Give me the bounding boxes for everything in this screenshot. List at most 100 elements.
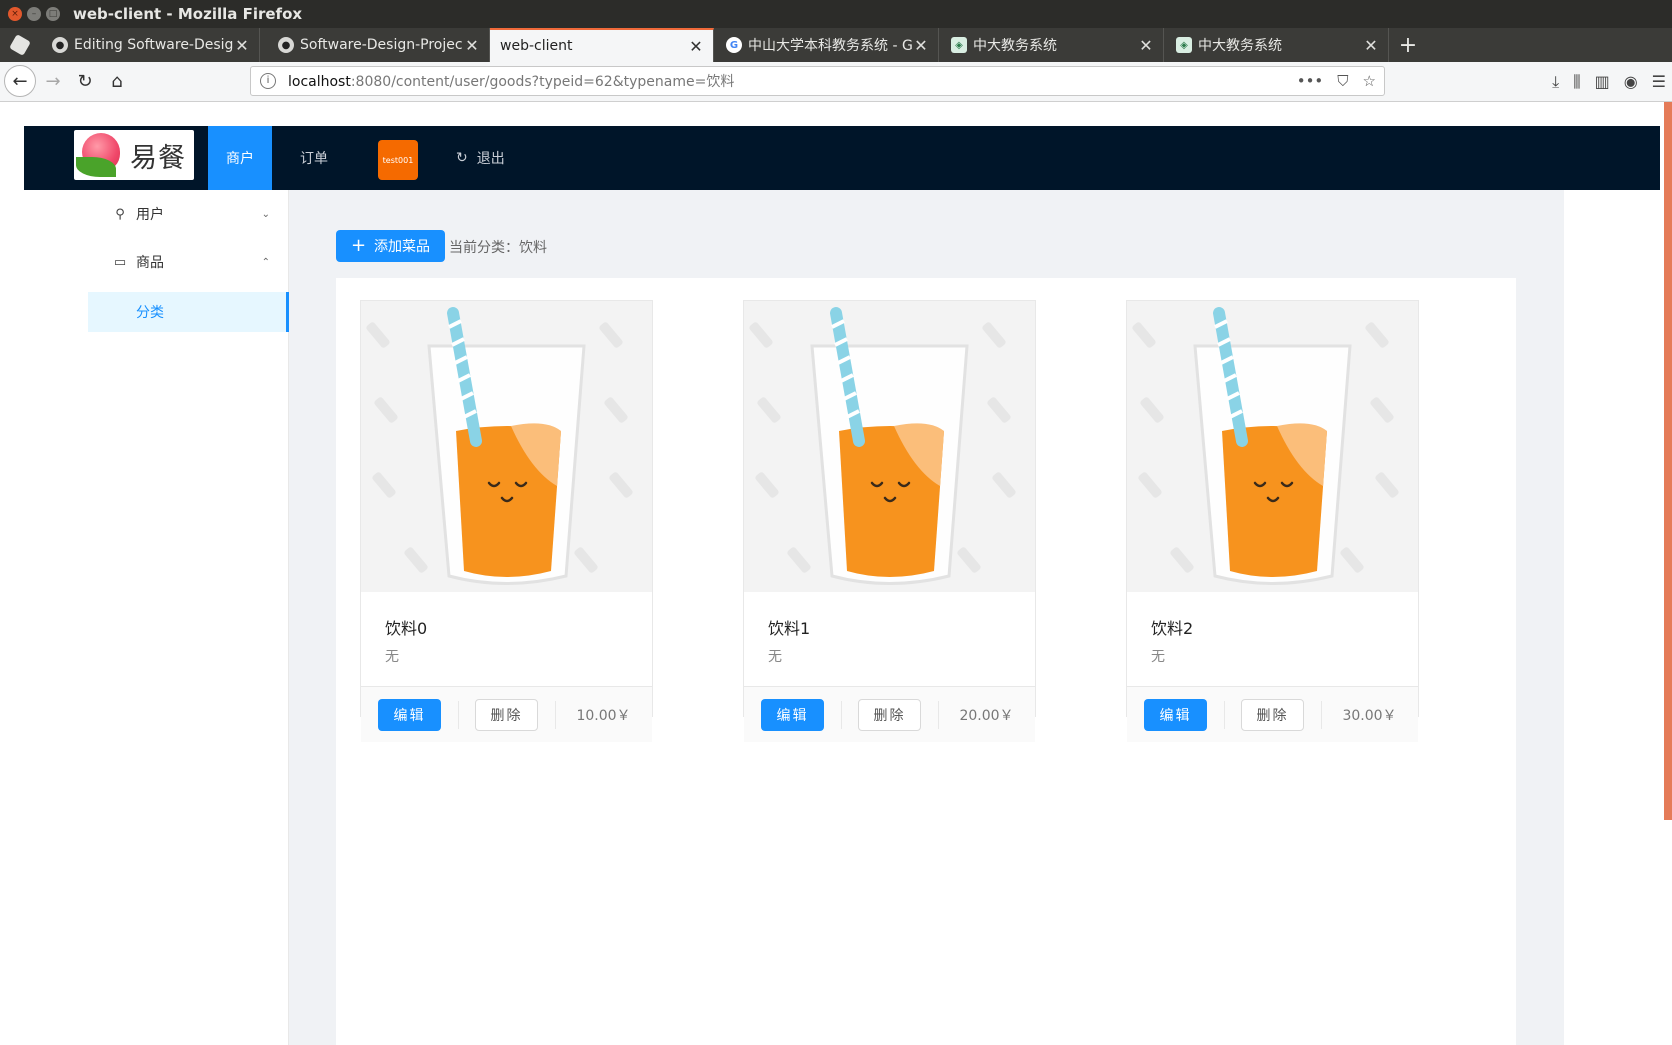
reload-button[interactable]: ↻ (70, 66, 100, 96)
menu-orders[interactable]: 订单 (282, 126, 346, 190)
card-actions: 编辑 删除 10.00￥ (361, 686, 652, 742)
download-icon[interactable]: ⤓ (1552, 72, 1559, 92)
tab-close-icon[interactable]: ✕ (912, 36, 930, 55)
goods-description: 无 (385, 649, 399, 665)
tab-editing-software-design[interactable]: ● Editing Software-Design ✕ (40, 28, 260, 62)
sidebar: ⚲ 用户 ⌄ ▭ 商品 ⌃ 分类 (88, 190, 289, 1045)
user-badge-label: test001 (382, 155, 414, 165)
menu-icon[interactable]: ☰ (1652, 72, 1666, 92)
page-actions-icon[interactable]: ••• (1297, 72, 1324, 90)
edit-action: 编辑 (744, 687, 841, 743)
price-action: 20.00￥ (938, 687, 1035, 743)
chevron-down-icon: ⌄ (261, 208, 270, 220)
tab-close-icon[interactable]: ✕ (1137, 36, 1155, 55)
tab-overview-button[interactable] (0, 28, 40, 62)
edit-button[interactable]: 编辑 (761, 699, 824, 731)
tab-close-icon[interactable]: ✕ (463, 36, 481, 55)
tab-sysu-academic-2[interactable]: ◈ 中大教务系统 ✕ (1164, 28, 1389, 62)
tab-sysu-academic-1[interactable]: ◈ 中大教务系统 ✕ (939, 28, 1164, 62)
pocket-icon[interactable]: ⛉ (1337, 72, 1348, 90)
plus-icon: + (350, 235, 367, 256)
menu-merchant[interactable]: 商户 (208, 126, 272, 190)
add-dish-label: 添加菜品 (374, 239, 431, 255)
window-title: web-client - Mozilla Firefox (73, 5, 303, 23)
sidebar-item-user[interactable]: ⚲ 用户 ⌄ (88, 194, 288, 234)
delete-button[interactable]: 删除 (1241, 699, 1304, 731)
menu-orders-label: 订单 (300, 151, 328, 167)
sidebar-item-category[interactable]: 分类 (88, 292, 289, 332)
address-bar[interactable]: i localhost:8080/content/user/goods?type… (250, 66, 1385, 96)
tab-label: 中大教务系统 (973, 38, 1057, 54)
account-icon[interactable]: ◉ (1624, 72, 1638, 92)
reload-icon: ↻ (77, 70, 93, 92)
tab-close-icon[interactable]: ✕ (233, 36, 251, 55)
edit-button[interactable]: 编辑 (1144, 699, 1207, 731)
tab-strip: ● Editing Software-Design ✕ ● Software-D… (0, 28, 1672, 62)
logout-button[interactable]: ↻ 退出 (456, 126, 505, 190)
window-maximize-button[interactable]: □ (46, 7, 60, 21)
delete-action: 删除 (841, 687, 938, 743)
forward-button[interactable]: → (38, 66, 68, 96)
sidebar-item-label: 分类 (136, 305, 164, 321)
juice-image (361, 301, 652, 592)
delete-button[interactable]: 删除 (858, 699, 921, 731)
tab-sysu-academic-google[interactable]: G 中山大学本科教务系统 - G ✕ (714, 28, 939, 62)
tab-software-design-project[interactable]: ● Software-Design-Projec ✕ (266, 28, 490, 62)
navigation-bar: ← → ↻ ⌂ i localhost:8080/content/user/go… (0, 62, 1672, 102)
sidebar-icon[interactable]: ▥ (1595, 72, 1610, 92)
app-header: 易餐 商户 订单 test001 ↻ 退出 (24, 126, 1660, 190)
goods-name: 饮料1 (768, 619, 811, 638)
logout-icon: ↻ (456, 150, 468, 166)
window-close-button[interactable]: × (8, 7, 22, 21)
url-host: localhost (288, 74, 351, 90)
title-bar: × – □ web-client - Mozilla Firefox (0, 0, 1672, 28)
tab-label: 中山大学本科教务系统 - G (748, 38, 912, 54)
tab-close-icon[interactable]: ✕ (1362, 36, 1380, 55)
toolbar-icons: ⤓ ⫼ ▥ ◉ ☰ (1552, 72, 1666, 92)
add-dish-button[interactable]: + 添加菜品 (336, 230, 445, 262)
juice-image (1127, 301, 1418, 592)
window-minimize-button[interactable]: – (27, 7, 41, 21)
price-action: 10.00￥ (555, 687, 652, 743)
laptop-icon: ▭ (113, 254, 127, 270)
peach-logo-icon (76, 133, 122, 177)
url-text[interactable]: localhost:8080/content/user/goods?typeid… (288, 71, 734, 91)
goods-price: 10.00￥ (576, 708, 631, 724)
arrow-left-icon: ← (12, 70, 28, 92)
library-icon[interactable]: ⫼ (1573, 72, 1580, 92)
sidebar-item-goods[interactable]: ▭ 商品 ⌃ (88, 242, 288, 282)
delete-action: 删除 (1224, 687, 1321, 743)
back-button[interactable]: ← (4, 65, 36, 97)
user-icon: ⚲ (115, 206, 125, 222)
app-logo[interactable]: 易餐 (74, 130, 194, 180)
goods-card: 饮料2 无 编辑 删除 30.00￥ (1126, 300, 1419, 742)
goods-name: 饮料2 (1151, 619, 1194, 638)
tab-label: 中大教务系统 (1198, 38, 1282, 54)
card-actions: 编辑 删除 30.00￥ (1127, 686, 1418, 742)
current-category: 当前分类： 饮料 (449, 237, 547, 257)
goods-price: 30.00￥ (1342, 708, 1397, 724)
edit-button[interactable]: 编辑 (378, 699, 441, 731)
page-scrollbar[interactable] (1664, 102, 1672, 820)
delete-action: 删除 (458, 687, 555, 743)
url-path: :8080/content/user/goods?typeid=62&typen… (350, 74, 735, 90)
goods-price: 20.00￥ (959, 708, 1014, 724)
edit-action: 编辑 (1127, 687, 1224, 743)
user-avatar-badge[interactable]: test001 (378, 140, 418, 180)
sysu-icon: ◈ (1176, 37, 1192, 53)
menu-merchant-label: 商户 (226, 151, 254, 167)
home-button[interactable]: ⌂ (102, 66, 132, 96)
card-actions: 编辑 删除 20.00￥ (744, 686, 1035, 742)
chevron-up-icon: ⌃ (261, 256, 270, 268)
goods-card: 饮料1 无 编辑 删除 20.00￥ (743, 300, 1036, 742)
google-icon: G (726, 37, 742, 53)
new-tab-button[interactable]: + (1394, 28, 1422, 62)
juice-image (744, 301, 1035, 592)
goods-card: 饮料0 无 编辑 删除 10.00￥ (360, 300, 653, 742)
tab-web-client[interactable]: web-client ✕ (490, 28, 714, 62)
bookmark-star-icon[interactable]: ☆ (1363, 72, 1376, 90)
edit-action: 编辑 (361, 687, 458, 743)
tab-close-icon[interactable]: ✕ (687, 37, 705, 56)
delete-button[interactable]: 删除 (475, 699, 538, 731)
site-info-icon[interactable]: i (260, 73, 276, 89)
